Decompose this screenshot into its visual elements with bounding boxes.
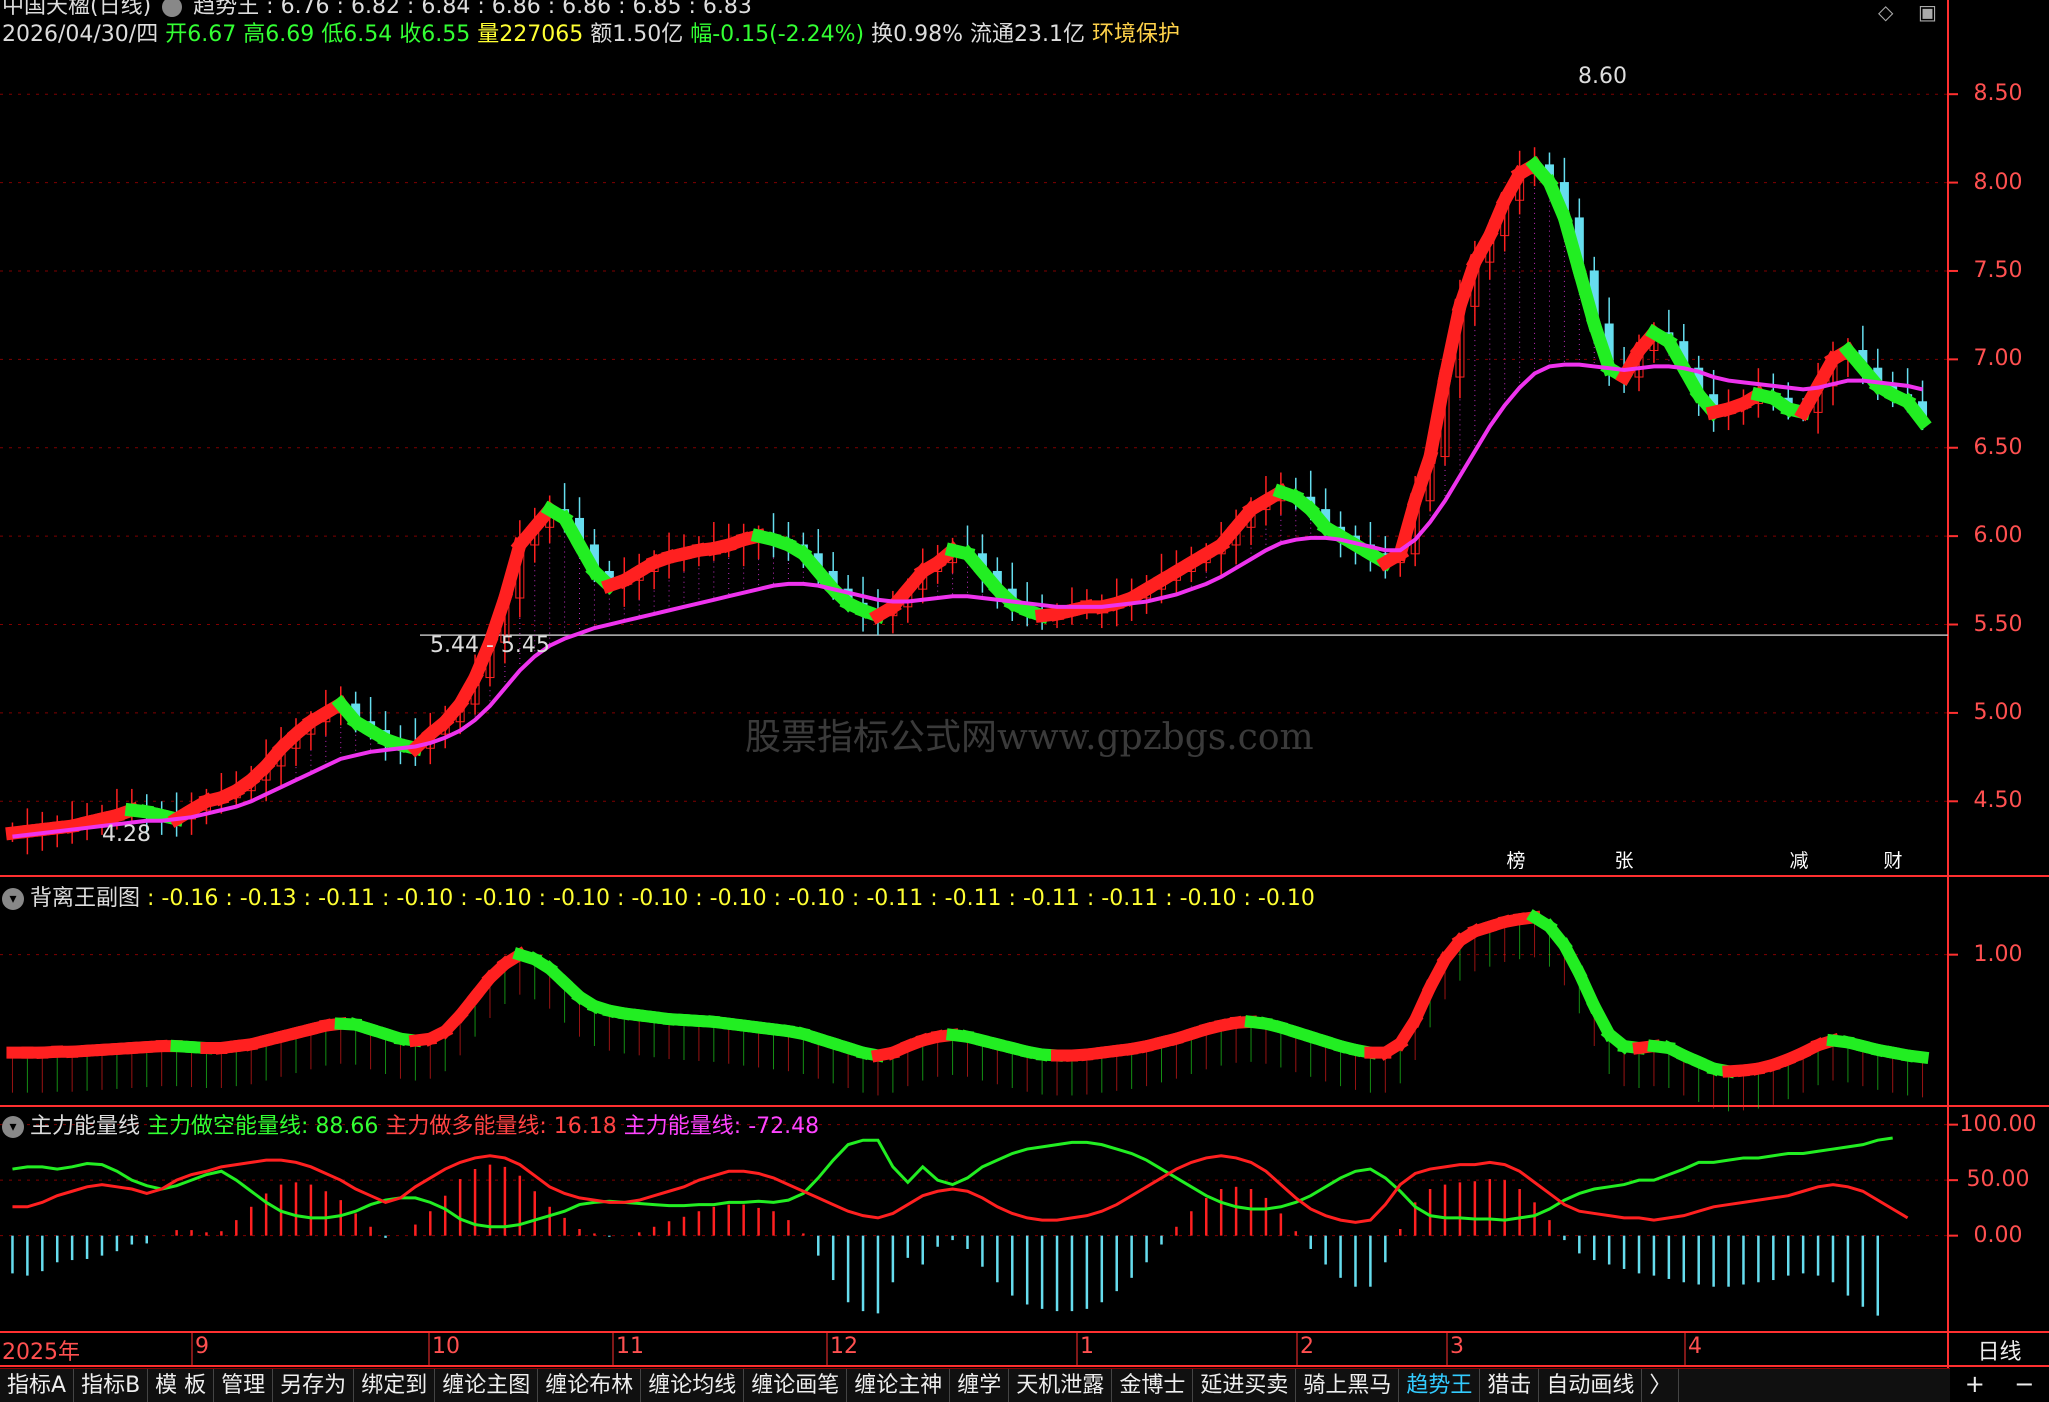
panel3-tick-label: 100.00 bbox=[1952, 1112, 2044, 1137]
watermark: 股票指标公式网www.gpzbgs.com bbox=[745, 708, 1314, 760]
panel2-header: ▾ 背离王副图 : -0.16 : -0.13 : -0.11 : -0.10 :… bbox=[2, 880, 1315, 912]
x-tick-label: 1 bbox=[1080, 1334, 1094, 1359]
tab-11[interactable]: 缠学 bbox=[950, 1369, 1009, 1402]
price-tick-label: 8.00 bbox=[1952, 170, 2044, 195]
x-tick-label: 9 bbox=[195, 1334, 209, 1359]
indicator-row: 趋势王 : 6.76 : 6.82 : 6.84 : 6.86 : 6.86 :… bbox=[193, 0, 752, 19]
x-tick-label: 12 bbox=[830, 1334, 858, 1359]
trend-band-segment bbox=[1430, 377, 1445, 457]
quote-change: 幅-0.15(-2.24%) bbox=[690, 22, 864, 47]
quote-tag[interactable]: 环境保护 bbox=[1092, 22, 1180, 47]
panel3-title[interactable]: 主力能量线 bbox=[30, 1114, 140, 1139]
high-price-label: 8.60 bbox=[1578, 64, 1627, 89]
tab-6[interactable]: 缠论主图 bbox=[435, 1369, 538, 1402]
trend-band-segment bbox=[1460, 262, 1475, 306]
quote-float: 流通23.1亿 bbox=[970, 22, 1085, 47]
zoom-tools: + − bbox=[1950, 1368, 2049, 1401]
tab-12[interactable]: 天机泄露 bbox=[1009, 1369, 1112, 1402]
panel3-header: ▾ 主力能量线 主力做空能量线: 88.66 主力做多能量线: 16.18 主力能… bbox=[2, 1108, 819, 1140]
quote-volume: 量227065 bbox=[477, 22, 583, 47]
tab-14[interactable]: 延进买卖 bbox=[1193, 1369, 1296, 1402]
x-tick-label: 3 bbox=[1450, 1334, 1464, 1359]
ma-line bbox=[12, 365, 1922, 837]
stock-title-row: 中国天楹(日线) 趋势王 : 6.76 : 6.82 : 6.84 : 6.86… bbox=[2, 0, 752, 20]
quote-row: 2026/04/30/四 开6.67 高6.69 低6.54 收6.55 量22… bbox=[2, 22, 1180, 48]
tab-13[interactable]: 金博士 bbox=[1112, 1369, 1193, 1402]
trend-band-segment bbox=[1445, 306, 1460, 377]
zoom-in-button[interactable]: + bbox=[1950, 1368, 2000, 1401]
price-tick-label: 7.00 bbox=[1952, 346, 2044, 371]
panel3-short-line: 主力做空能量线: 88.66 bbox=[147, 1114, 378, 1139]
x-tick-label: 4 bbox=[1688, 1334, 1702, 1359]
tab-17[interactable]: 猎击 bbox=[1480, 1369, 1539, 1402]
price-tick-label: 5.50 bbox=[1952, 612, 2044, 637]
tab-9[interactable]: 缠论画笔 bbox=[744, 1369, 847, 1402]
price-tick-label: 7.50 bbox=[1952, 258, 2044, 283]
price-tick-label: 4.50 bbox=[1952, 788, 2044, 813]
panel3-main-line: 主力能量线: -72.48 bbox=[624, 1114, 819, 1139]
zoom-out-button[interactable]: − bbox=[2000, 1368, 2049, 1401]
quote-low: 低6.54 bbox=[321, 22, 392, 47]
quote-date: 2026/04/30/四 bbox=[2, 22, 158, 47]
x-tick-label: 10 bbox=[432, 1334, 460, 1359]
panel2-values: : -0.16 : -0.13 : -0.11 : -0.10 : -0.10 … bbox=[147, 886, 1315, 911]
quote-high: 高6.69 bbox=[243, 22, 314, 47]
tab-10[interactable]: 缠论主神 bbox=[847, 1369, 950, 1402]
trend-band-segment bbox=[1415, 457, 1430, 501]
trend-band-segment bbox=[505, 545, 520, 598]
panel2-title[interactable]: 背离王副图 bbox=[30, 886, 140, 911]
toggle-icon[interactable] bbox=[162, 0, 182, 17]
tab-2[interactable]: 模 板 bbox=[148, 1369, 214, 1402]
quote-open: 开6.67 bbox=[165, 22, 236, 47]
quote-turnover: 换0.98% bbox=[871, 22, 963, 47]
tab-5[interactable]: 绑定到 bbox=[354, 1369, 435, 1402]
tab-19[interactable]: 〉 bbox=[1642, 1369, 1679, 1402]
tab-1[interactable]: 指标B bbox=[74, 1369, 148, 1402]
low-price-label: 4.28 bbox=[102, 822, 151, 847]
price-tick-label: 5.00 bbox=[1952, 700, 2044, 725]
tab-7[interactable]: 缠论布林 bbox=[538, 1369, 641, 1402]
x-tick-label: 2 bbox=[1300, 1334, 1314, 1359]
panel3-tick-label: 50.00 bbox=[1952, 1167, 2044, 1192]
tab-3[interactable]: 管理 bbox=[214, 1369, 273, 1402]
panel3-long-line: 主力做多能量线: 16.18 bbox=[385, 1114, 616, 1139]
panel2-toggle-icon[interactable]: ▾ bbox=[2, 888, 24, 910]
badge-zhang[interactable]: 张 bbox=[1611, 848, 1637, 874]
chart-canvas bbox=[0, 0, 2049, 1401]
x-tick-label: 2025年 bbox=[2, 1334, 80, 1366]
price-tick-label: 6.50 bbox=[1952, 435, 2044, 460]
period-label[interactable]: 日线 bbox=[1950, 1334, 2049, 1366]
tab-18[interactable]: 自动画线 bbox=[1539, 1369, 1642, 1402]
badge-bang[interactable]: 榜 bbox=[1503, 848, 1529, 874]
tab-4[interactable]: 另存为 bbox=[273, 1369, 354, 1402]
tab-15[interactable]: 骑上黑马 bbox=[1296, 1369, 1399, 1402]
quote-close: 收6.55 bbox=[399, 22, 470, 47]
quote-amount: 额1.50亿 bbox=[590, 22, 683, 47]
short-energy-line bbox=[12, 1138, 1892, 1227]
price-tick-label: 8.50 bbox=[1952, 81, 2044, 106]
window-icon[interactable]: ▣ bbox=[1918, 0, 1937, 24]
tab-8[interactable]: 缠论均线 bbox=[641, 1369, 744, 1402]
tab-16[interactable]: 趋势王 bbox=[1399, 1369, 1480, 1402]
panel2-tick-label: 1.00 bbox=[1952, 942, 2044, 967]
x-tick-label: 11 bbox=[616, 1334, 644, 1359]
stock-title[interactable]: 中国天楹(日线) bbox=[2, 0, 151, 19]
panel2-band-segment bbox=[1908, 1055, 1923, 1057]
panel3-toggle-icon[interactable]: ▾ bbox=[2, 1116, 24, 1138]
range-price-label: 5.44 - 5.45 bbox=[430, 633, 550, 658]
badge-jian[interactable]: 减 bbox=[1786, 848, 1812, 874]
price-tick-label: 6.00 bbox=[1952, 523, 2044, 548]
diamond-icon[interactable]: ◇ bbox=[1878, 0, 1893, 24]
badge-cai[interactable]: 财 bbox=[1880, 848, 1906, 874]
panel3-tick-label: 0.00 bbox=[1952, 1223, 2044, 1248]
tab-0[interactable]: 指标A bbox=[0, 1369, 74, 1402]
indicator-tab-bar: 指标A指标B模 板管理另存为绑定到缠论主图缠论布林缠论均线缠论画笔缠论主神缠学天… bbox=[0, 1368, 1950, 1402]
